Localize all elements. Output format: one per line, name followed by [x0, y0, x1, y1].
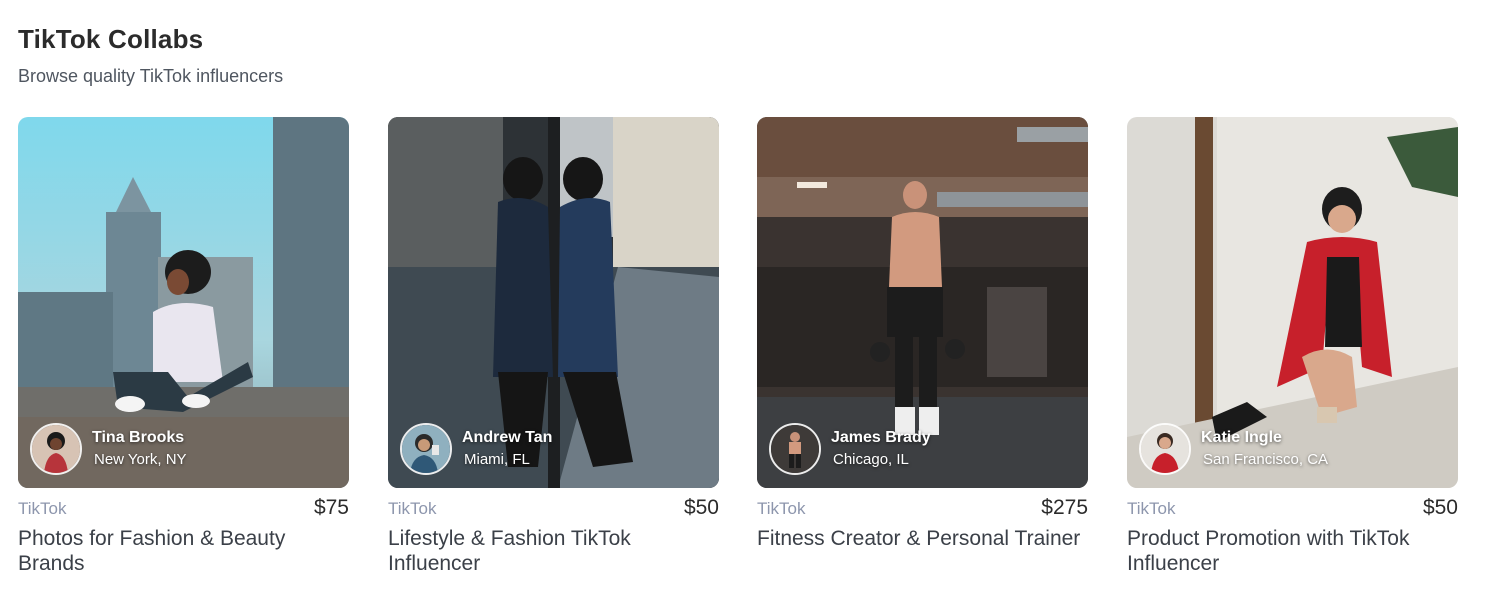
creator-name[interactable]: Katie Ingle [1201, 428, 1328, 448]
platform-label: TikTok [1127, 499, 1176, 518]
platform-label: TikTok [18, 499, 67, 518]
platform-label: TikTok [757, 499, 806, 518]
creator-avatar[interactable] [30, 423, 82, 475]
creator-name[interactable]: Andrew Tan [462, 428, 552, 448]
section-title: TikTok Collabs [18, 24, 204, 54]
collab-card[interactable]: Katie Ingle San Francisco, CA TikTok $50… [1127, 117, 1458, 576]
creator-location: New York, NY [94, 451, 187, 468]
creator-location: San Francisco, CA [1203, 451, 1329, 468]
creator-info: Katie Ingle San Francisco, CA [1139, 422, 1328, 476]
creator-info: Andrew Tan Miami, FL [400, 422, 552, 476]
price-label: $50 [683, 496, 719, 519]
card-photo[interactable]: Andrew Tan Miami, FL [388, 117, 719, 488]
card-title[interactable]: Lifestyle & Fashion TikTok Influencer [388, 526, 719, 576]
collab-card[interactable]: James Brady Chicago, IL TikTok $275 Fitn… [757, 117, 1088, 551]
price-label: $50 [1422, 496, 1458, 519]
card-photo[interactable]: James Brady Chicago, IL [757, 117, 1088, 488]
section-subtitle: Browse quality TikTok influencers [18, 66, 284, 86]
creator-avatar[interactable] [1139, 423, 1191, 475]
creator-avatar[interactable] [400, 423, 452, 475]
creator-avatar[interactable] [769, 423, 821, 475]
creator-name[interactable]: James Brady [831, 428, 931, 448]
platform-label: TikTok [388, 499, 437, 518]
collab-card[interactable]: Tina Brooks New York, NY TikTok $75 Phot… [18, 117, 349, 576]
creator-location: Chicago, IL [833, 451, 909, 468]
price-label: $75 [313, 496, 349, 519]
card-title[interactable]: Fitness Creator & Personal Trainer [757, 526, 1088, 551]
creator-info: Tina Brooks New York, NY [30, 422, 187, 476]
card-title[interactable]: Product Promotion with TikTok Influencer [1127, 526, 1458, 576]
card-title[interactable]: Photos for Fashion & Beauty Brands [18, 526, 349, 576]
creator-name[interactable]: Tina Brooks [92, 428, 187, 448]
creator-location: Miami, FL [464, 451, 530, 468]
collab-card[interactable]: Andrew Tan Miami, FL TikTok $50 Lifestyl… [388, 117, 719, 576]
creator-info: James Brady Chicago, IL [769, 422, 931, 476]
card-photo[interactable]: Tina Brooks New York, NY [18, 117, 349, 488]
price-label: $275 [1041, 496, 1088, 519]
card-photo[interactable]: Katie Ingle San Francisco, CA [1127, 117, 1458, 488]
